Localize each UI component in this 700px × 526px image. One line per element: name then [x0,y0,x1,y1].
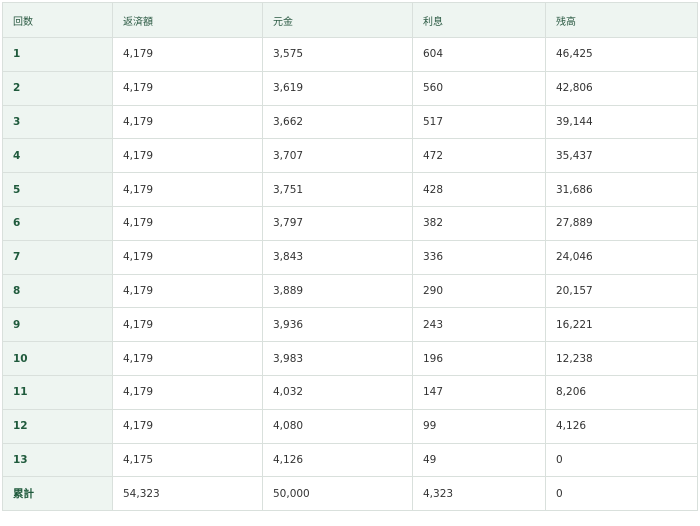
header-payment: 返済額 [112,2,263,38]
payment-cell: 4,179 [112,37,263,72]
interest-cell: 290 [412,273,546,309]
interest-cell: 196 [412,341,546,376]
principal-cell: 4,126 [262,442,413,478]
interest-cell: 243 [412,307,546,343]
table-row: 13 4,175 4,126 49 0 [2,442,698,478]
payment-cell: 4,179 [112,307,263,343]
table-row: 11 4,179 4,032 147 8,206 [2,374,698,410]
repayment-schedule: 回数 返済額 元金 利息 残高 1 4,179 3,575 604 46,425 2 4,1… [2,2,698,512]
row-label: 8 [2,273,113,309]
row-label: 3 [2,104,113,140]
header-count: 回数 [2,2,113,38]
balance-cell: 31,686 [545,172,698,207]
table-row: 7 4,179 3,843 336 24,046 [2,239,698,275]
row-label: 6 [2,205,113,241]
table-row: 4 4,179 3,707 472 35,437 [2,138,698,174]
table-row: 3 4,179 3,662 517 39,144 [2,104,698,140]
payment-cell: 4,179 [112,341,263,376]
payment-cell: 4,179 [112,138,263,174]
interest-cell: 382 [412,205,546,241]
payment-cell: 4,179 [112,205,263,241]
principal-cell: 3,619 [262,70,413,106]
table-row: 6 4,179 3,797 382 27,889 [2,205,698,241]
row-label: 1 [2,37,113,72]
row-label: 2 [2,70,113,106]
balance-cell: 0 [545,442,698,478]
interest-cell: 336 [412,239,546,275]
row-label: 累計 [2,476,113,512]
interest-cell: 428 [412,172,546,207]
table-row: 2 4,179 3,619 560 42,806 [2,70,698,106]
interest-cell: 517 [412,104,546,140]
row-label: 7 [2,239,113,275]
total-row: 累計 54,323 50,000 4,323 0 [2,476,698,512]
principal-cell: 50,000 [262,476,413,512]
payment-cell: 4,179 [112,104,263,140]
principal-cell: 3,889 [262,273,413,309]
balance-cell: 24,046 [545,239,698,275]
balance-cell: 20,157 [545,273,698,309]
table-row: 9 4,179 3,936 243 16,221 [2,307,698,343]
table-header: 回数 返済額 元金 利息 残高 [2,2,698,38]
interest-cell: 49 [412,442,546,478]
interest-cell: 604 [412,37,546,72]
repayment-table: 回数 返済額 元金 利息 残高 1 4,179 3,575 604 46,425 2 4,1… [2,2,698,512]
payment-cell: 54,323 [112,476,263,512]
header-row: 回数 返済額 元金 利息 残高 [2,2,698,38]
payment-cell: 4,179 [112,172,263,207]
balance-cell: 42,806 [545,70,698,106]
principal-cell: 3,843 [262,239,413,275]
header-principal: 元金 [262,2,413,38]
interest-cell: 147 [412,374,546,410]
row-label: 13 [2,442,113,478]
row-label: 5 [2,172,113,207]
interest-cell: 4,323 [412,476,546,512]
interest-cell: 560 [412,70,546,106]
principal-cell: 4,080 [262,408,413,444]
table-row: 12 4,179 4,080 99 4,126 [2,408,698,444]
balance-cell: 27,889 [545,205,698,241]
payment-cell: 4,175 [112,442,263,478]
principal-cell: 3,662 [262,104,413,140]
balance-cell: 35,437 [545,138,698,174]
row-label: 11 [2,374,113,410]
balance-cell: 4,126 [545,408,698,444]
balance-cell: 46,425 [545,37,698,72]
principal-cell: 3,797 [262,205,413,241]
payment-cell: 4,179 [112,408,263,444]
payment-cell: 4,179 [112,239,263,275]
balance-cell: 16,221 [545,307,698,343]
row-label: 10 [2,341,113,376]
principal-cell: 4,032 [262,374,413,410]
payment-cell: 4,179 [112,273,263,309]
row-label: 4 [2,138,113,174]
table-row: 8 4,179 3,889 290 20,157 [2,273,698,309]
payment-cell: 4,179 [112,70,263,106]
balance-cell: 12,238 [545,341,698,376]
interest-cell: 472 [412,138,546,174]
principal-cell: 3,936 [262,307,413,343]
table-body: 1 4,179 3,575 604 46,425 2 4,179 3,619 560 42,806… [2,37,698,512]
payment-cell: 4,179 [112,374,263,410]
header-balance: 残高 [545,2,698,38]
table-row: 5 4,179 3,751 428 31,686 [2,172,698,207]
principal-cell: 3,575 [262,37,413,72]
principal-cell: 3,983 [262,341,413,376]
balance-cell: 39,144 [545,104,698,140]
principal-cell: 3,751 [262,172,413,207]
interest-cell: 99 [412,408,546,444]
table-row: 1 4,179 3,575 604 46,425 [2,37,698,72]
row-label: 9 [2,307,113,343]
row-label: 12 [2,408,113,444]
balance-cell: 0 [545,476,698,512]
balance-cell: 8,206 [545,374,698,410]
principal-cell: 3,707 [262,138,413,174]
table-row: 10 4,179 3,983 196 12,238 [2,341,698,376]
header-interest: 利息 [412,2,546,38]
